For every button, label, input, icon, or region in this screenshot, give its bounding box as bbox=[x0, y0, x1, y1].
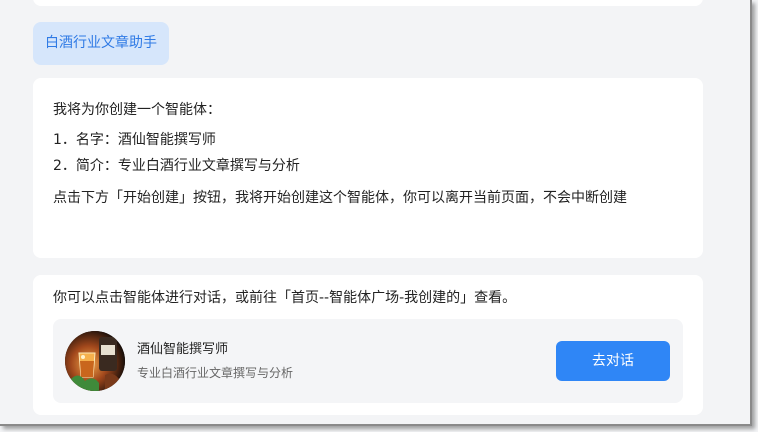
reply-intro: 我将为你创建一个智能体： bbox=[53, 102, 221, 118]
agent-card[interactable]: 酒仙智能撰写师 专业白酒行业文章撰写与分析 去对话 bbox=[53, 319, 683, 403]
whisky-glass-avatar-icon[interactable] bbox=[65, 331, 125, 391]
result-hint: 你可以点击智能体进行对话，或前往「首页--智能体广场-我创建的」查看。 bbox=[53, 290, 517, 306]
assistant-reply-card: 我将为你创建一个智能体： 1．名字：酒仙智能撰写师 2．简介：专业白酒行业文章撰… bbox=[33, 78, 703, 258]
user-message-bubble: 白酒行业文章助手 bbox=[33, 22, 169, 65]
reply-note: 点击下方「开始创建」按钮，我将开始创建这个智能体，你可以离开当前页面，不会中断创… bbox=[53, 190, 627, 206]
agent-description: 专业白酒行业文章撰写与分析 bbox=[137, 366, 294, 380]
creation-result-card: 你可以点击智能体进行对话，或前往「首页--智能体广场-我创建的」查看。 酒仙智能… bbox=[33, 275, 703, 415]
agent-name[interactable]: 酒仙智能撰写师 bbox=[137, 338, 228, 357]
reply-item-description: 2．简介：专业白酒行业文章撰写与分析 bbox=[53, 158, 300, 174]
reply-item-name: 1．名字：酒仙智能撰写师 bbox=[53, 132, 216, 148]
previous-message-card bbox=[33, 0, 703, 6]
go-to-chat-button[interactable]: 去对话 bbox=[556, 341, 670, 381]
chat-window: 白酒行业文章助手 我将为你创建一个智能体： 1．名字：酒仙智能撰写师 2．简介：… bbox=[0, 0, 752, 426]
